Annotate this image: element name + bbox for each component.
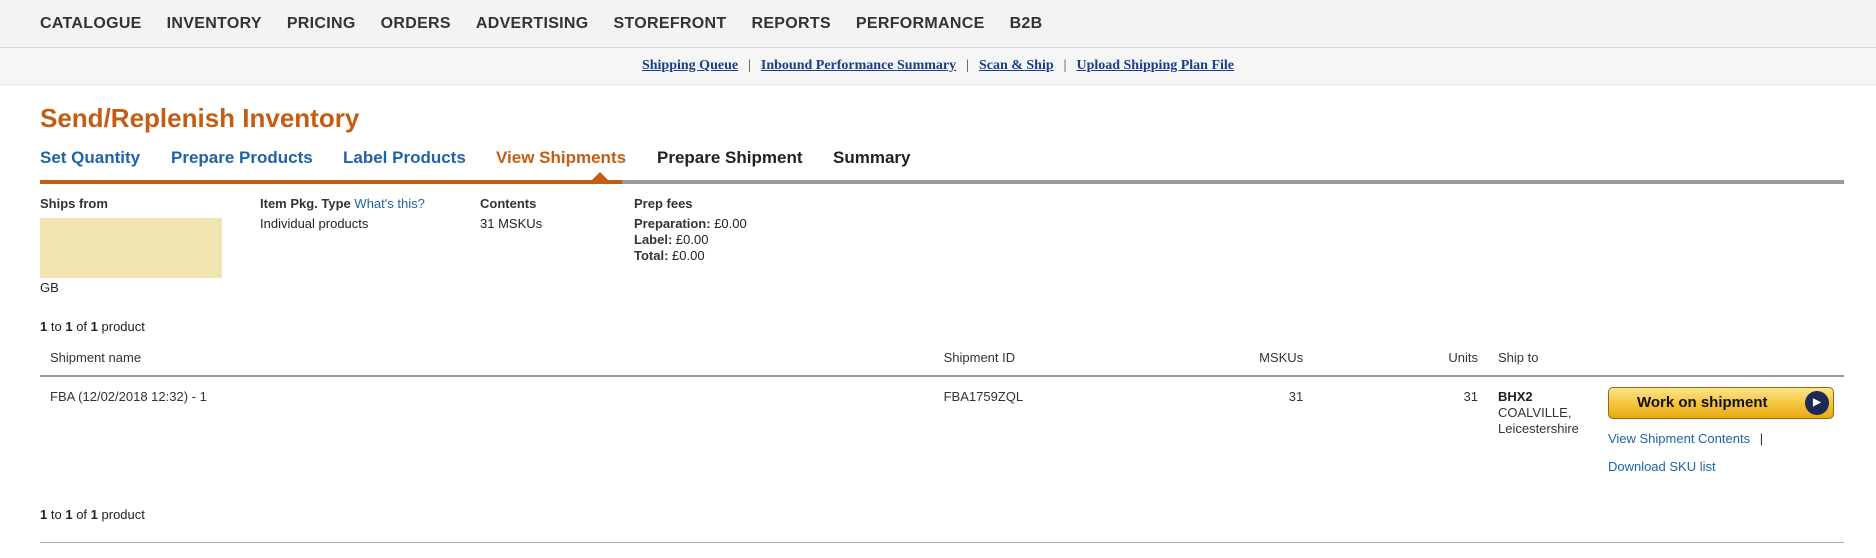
item-pkg-type-label: Item Pkg. Type <box>260 196 351 211</box>
nav-reports[interactable]: REPORTS <box>751 15 830 33</box>
workflow-steps: Set Quantity Prepare Products Label Prod… <box>40 148 1844 170</box>
pagination-to-word: to <box>50 319 62 334</box>
top-navigation: CATALOGUE INVENTORY PRICING ORDERS ADVER… <box>0 0 1876 48</box>
workflow-progress-bar <box>40 172 1844 184</box>
work-on-shipment-button[interactable]: Work on shipment ▶ <box>1607 387 1834 419</box>
shipping-sublinks: Shipping Queue | Inbound Performance Sum… <box>0 48 1876 85</box>
contents-label: Contents <box>480 196 537 211</box>
pagination-of-word: of <box>76 319 88 334</box>
link-separator: | <box>748 58 751 73</box>
col-shipment-id: Shipment ID <box>933 342 1134 377</box>
col-units: Units <box>1313 342 1488 377</box>
pagination-from: 1 <box>40 319 48 334</box>
total-fee-value: £0.00 <box>672 248 705 263</box>
label-fee-value: £0.00 <box>675 232 709 247</box>
step-prepare-products[interactable]: Prepare Products <box>171 148 313 168</box>
nav-inventory[interactable]: INVENTORY <box>167 15 262 33</box>
step-summary: Summary <box>833 148 911 167</box>
pagination-summary-bottom: 1 to 1 of 1 product <box>40 507 145 522</box>
whats-this-link[interactable]: What's this? <box>354 196 424 211</box>
prep-fees-label: Prep fees <box>634 196 693 211</box>
workflow-progress-complete <box>40 180 622 184</box>
col-mskus: MSKUs <box>1133 342 1314 377</box>
pagination-total: 1 <box>90 319 98 334</box>
pagination-summary-top: 1 to 1 of 1 product <box>40 319 145 334</box>
inbound-performance-summary-link[interactable]: Inbound Performance Summary <box>761 58 956 74</box>
prep-fee-preparation: Preparation: £0.00 <box>634 216 747 232</box>
table-header-row: Shipment name Shipment ID MSKUs Units Sh… <box>40 342 1844 377</box>
nav-b2b[interactable]: B2B <box>1010 15 1043 33</box>
pagination-unit: product <box>101 319 145 334</box>
ships-from-address-redacted <box>40 218 222 278</box>
shipments-table: Shipment name Shipment ID MSKUs Units Sh… <box>40 342 1844 485</box>
ships-from-country: GB <box>40 280 59 295</box>
pagination-unit: product <box>101 507 145 522</box>
ship-to-region: Leicestershire <box>1497 421 1579 436</box>
nav-advertising[interactable]: ADVERTISING <box>476 15 589 33</box>
page-title: Send/Replenish Inventory <box>40 103 360 133</box>
bottom-divider <box>40 542 1844 543</box>
prep-fee-label: Label: £0.00 <box>634 232 747 248</box>
col-actions <box>1597 342 1844 377</box>
shipping-queue-link[interactable]: Shipping Queue <box>642 58 738 74</box>
total-fee-label: Total: <box>634 248 669 263</box>
col-ship-to: Ship to <box>1487 342 1598 377</box>
label-fee-label: Label: <box>634 232 673 247</box>
pagination-to: 1 <box>65 507 73 522</box>
scan-and-ship-link[interactable]: Scan & Ship <box>979 58 1054 74</box>
ships-from-section: Ships from GB <box>40 196 222 296</box>
preparation-label: Preparation: <box>634 216 711 231</box>
nav-storefront[interactable]: STOREFRONT <box>614 15 727 33</box>
ship-to-city: COALVILLE, <box>1497 405 1572 420</box>
pagination-total: 1 <box>90 507 98 522</box>
link-separator: | <box>966 58 969 73</box>
contents-section: Contents 31 MSKUs <box>480 196 542 232</box>
nav-catalogue[interactable]: CATALOGUE <box>40 15 142 33</box>
ship-to-code: BHX2 <box>1497 389 1533 404</box>
current-step-caret-icon <box>592 172 608 180</box>
pagination-of-word: of <box>76 507 88 522</box>
nav-pricing[interactable]: PRICING <box>287 15 356 33</box>
pagination-to: 1 <box>65 319 73 334</box>
item-pkg-type-section: Item Pkg. Type What's this? Individual p… <box>260 196 425 232</box>
step-set-quantity[interactable]: Set Quantity <box>40 148 140 168</box>
upload-shipping-plan-link[interactable]: Upload Shipping Plan File <box>1076 58 1234 74</box>
work-on-shipment-label: Work on shipment <box>1636 394 1768 411</box>
step-label-products[interactable]: Label Products <box>343 148 466 168</box>
item-pkg-type-value: Individual products <box>260 216 369 231</box>
shipment-name-cell: FBA (12/02/2018 12:32) - 1 <box>50 389 207 404</box>
shipment-id-cell: FBA1759ZQL <box>943 389 1024 404</box>
table-row: FBA (12/02/2018 12:32) - 1 FBA1759ZQL 31… <box>40 376 1844 485</box>
step-prepare-shipment: Prepare Shipment <box>657 148 803 167</box>
contents-value: 31 MSKUs <box>480 216 543 231</box>
pagination-to-word: to <box>50 507 62 522</box>
preparation-value: £0.00 <box>714 216 747 231</box>
link-separator: | <box>1759 431 1764 446</box>
arrow-right-icon: ▶ <box>1804 391 1829 415</box>
step-view-shipments[interactable]: View Shipments <box>496 148 626 168</box>
nav-performance[interactable]: PERFORMANCE <box>856 15 985 33</box>
main-content: Send/Replenish Inventory Set Quantity Pr… <box>0 86 1876 558</box>
actions-cell: Work on shipment ▶ View Shipment Content… <box>1598 376 1844 485</box>
prep-fee-total: Total: £0.00 <box>634 248 747 264</box>
mskus-cell: 31 <box>1288 389 1304 404</box>
link-separator: | <box>1063 58 1067 73</box>
ships-from-label: Ships from <box>40 196 108 211</box>
prep-fees-section: Prep fees Preparation: £0.00 Label: £0.0… <box>634 196 747 264</box>
nav-orders[interactable]: ORDERS <box>381 15 451 33</box>
pagination-from: 1 <box>40 507 48 522</box>
ship-to-cell: BHX2 COALVILLE, Leicestershire <box>1488 376 1598 485</box>
view-shipment-contents-link[interactable]: View Shipment Contents <box>1608 431 1750 446</box>
units-cell: 31 <box>1463 389 1478 404</box>
col-shipment-name: Shipment name <box>40 342 934 377</box>
download-sku-list-link[interactable]: Download SKU list <box>1608 459 1716 474</box>
